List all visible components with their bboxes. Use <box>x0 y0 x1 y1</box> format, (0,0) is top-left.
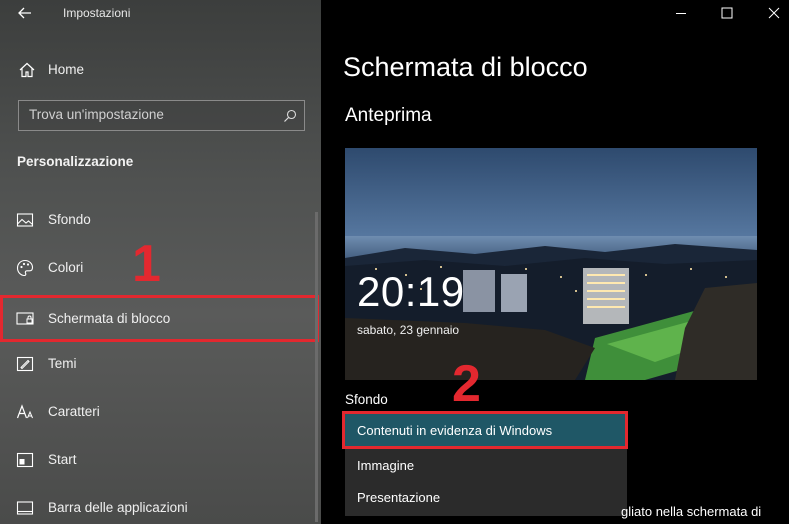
main-pane: Schermata di blocco Anteprima 20:19 saba… <box>321 0 789 524</box>
app-title: Impostazioni <box>63 6 131 20</box>
home-nav-item[interactable]: Home <box>0 54 321 86</box>
section-title: Personalizzazione <box>17 154 134 169</box>
sidebar-scrollbar[interactable] <box>315 212 318 522</box>
preview-date: sabato, 23 gennaio <box>357 323 460 337</box>
dropdown-option-label: Presentazione <box>357 490 441 505</box>
start-icon <box>16 452 34 468</box>
picture-icon <box>16 213 34 227</box>
sidebar-item-barra-delle-applicazioni[interactable]: Barra delle applicazioni <box>0 488 316 524</box>
palette-icon <box>16 259 34 277</box>
sidebar-item-sfondo[interactable]: Sfondo <box>0 200 316 240</box>
preview-image <box>345 148 757 380</box>
sidebar-item-label: Schermata di blocco <box>48 311 171 326</box>
lock-screen-icon <box>16 312 34 325</box>
search-box[interactable] <box>18 100 305 131</box>
home-label: Home <box>48 62 85 77</box>
search-icon[interactable] <box>283 109 297 123</box>
sidebar-item-caratteri[interactable]: Caratteri <box>0 392 316 432</box>
annotation-step-2: 2 <box>452 355 481 413</box>
sidebar-item-label: Caratteri <box>48 404 100 419</box>
close-icon[interactable] <box>750 0 789 28</box>
sidebar-item-label: Barra delle applicazioni <box>48 500 188 515</box>
sidebar-item-label: Temi <box>48 356 77 371</box>
sidebar-item-label: Colori <box>48 260 84 275</box>
back-arrow-icon[interactable] <box>14 3 36 23</box>
sidebar-item-temi[interactable]: Temi <box>0 344 316 384</box>
home-icon <box>19 62 35 78</box>
sidebar-item-start[interactable]: Start <box>0 440 316 480</box>
dropdown-option-presentazione[interactable]: Presentazione <box>345 481 627 513</box>
preview-clock: 20:19 <box>357 268 465 315</box>
background-description-text: gliato nella schermata di <box>621 504 762 519</box>
sidebar-item-schermata-di-blocco[interactable]: Schermata di blocco <box>0 295 319 342</box>
maximize-icon[interactable] <box>704 0 750 28</box>
background-label: Sfondo <box>345 392 388 407</box>
taskbar-icon <box>16 501 34 515</box>
title-bar: Impostazioni <box>0 0 321 28</box>
dropdown-option-immagine[interactable]: Immagine <box>345 449 627 481</box>
lock-screen-preview: 20:19 sabato, 23 gennaio <box>345 148 757 380</box>
dropdown-option-label: Immagine <box>357 458 415 473</box>
page-title: Schermata di blocco <box>343 52 588 82</box>
sidebar-item-label: Start <box>48 452 77 467</box>
annotation-step-1: 1 <box>132 235 161 293</box>
sidebar-item-label: Sfondo <box>48 212 91 227</box>
dropdown-option-windows-spotlight[interactable]: Contenuti in evidenza di Windows <box>342 411 628 449</box>
dropdown-option-label: Contenuti in evidenza di Windows <box>357 423 553 438</box>
themes-icon <box>16 356 34 372</box>
fonts-icon <box>16 404 33 419</box>
background-dropdown-list[interactable]: Contenuti in evidenza di Windows Immagin… <box>342 411 628 516</box>
search-input[interactable] <box>29 107 279 122</box>
preview-heading: Anteprima <box>345 105 432 126</box>
minimize-icon[interactable] <box>658 0 704 28</box>
